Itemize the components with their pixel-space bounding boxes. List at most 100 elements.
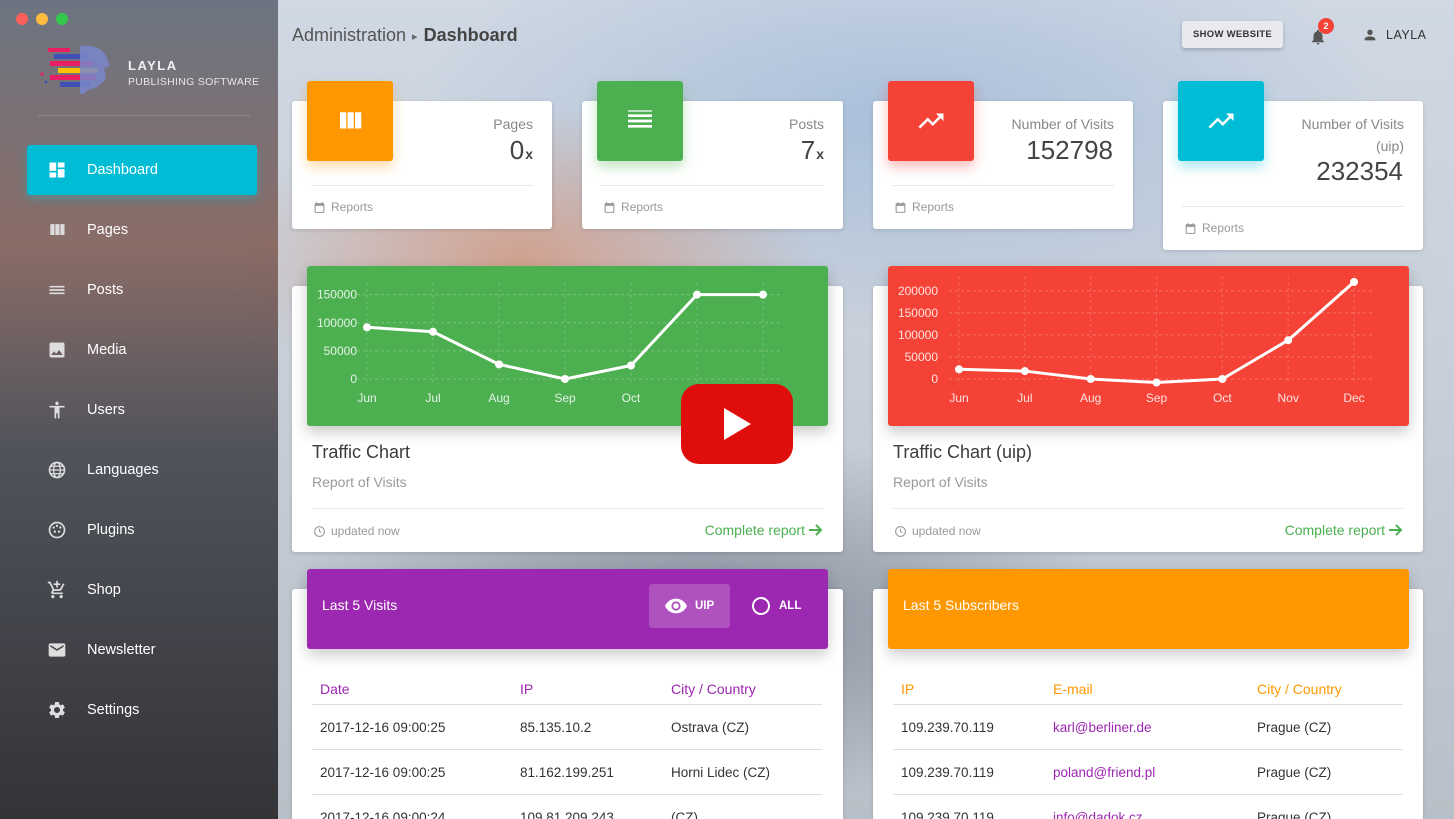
x-tick-label: Jun (949, 391, 968, 405)
user-menu[interactable]: LAYLA (1362, 27, 1427, 43)
column-header[interactable]: Date (312, 675, 512, 705)
data-point (693, 290, 701, 299)
table-row: 2017-12-16 09:00:24 109.81.209.243 (CZ) (312, 794, 822, 819)
minimize-window-button[interactable] (36, 13, 48, 25)
toggle-all-button[interactable]: ALL (735, 584, 817, 628)
table-title: Last 5 Visits (322, 597, 398, 613)
y-tick-label: 150000 (898, 306, 938, 320)
plug-icon (45, 518, 69, 542)
person-icon (45, 398, 69, 422)
chart-updated: updated now (894, 524, 981, 538)
sidebar-nav: Dashboard Pages Posts Media Users Langua… (27, 145, 257, 745)
cell-ip: 109.239.70.119 (893, 794, 1045, 819)
user-icon (1364, 29, 1376, 41)
sidebar-item-dashboard[interactable]: Dashboard (27, 145, 257, 195)
sidebar-item-label: Settings (87, 702, 140, 718)
stat-card-pages: Pages 0x Reports (292, 81, 552, 229)
breadcrumb-current: Dashboard (423, 25, 518, 45)
sidebar-item-label: Media (87, 342, 127, 358)
column-header[interactable]: City / Country (663, 675, 822, 705)
sidebar-item-settings[interactable]: Settings (27, 685, 257, 735)
x-tick-label: Jul (1017, 391, 1032, 405)
arrow-right-icon (1389, 524, 1403, 536)
email-link[interactable]: poland@friend.pl (1053, 765, 1155, 780)
toggle-uip-button[interactable]: UIP (649, 584, 731, 628)
x-tick-label: Aug (488, 391, 509, 405)
window-controls (16, 13, 68, 25)
sidebar-item-label: Plugins (87, 522, 135, 538)
stat-label: Number of Visits (uip) (1301, 116, 1404, 154)
complete-report-link[interactable]: Complete report (1285, 522, 1403, 538)
user-name: LAYLA (1386, 28, 1427, 42)
email-link[interactable]: info@dadok.cz (1053, 810, 1143, 819)
app-name: LAYLA (128, 58, 178, 73)
sidebar-item-label: Pages (87, 222, 129, 238)
column-header[interactable]: IP (893, 675, 1045, 705)
cart-icon (45, 578, 69, 602)
sidebar-item-shop[interactable]: Shop (27, 565, 257, 615)
logo-mark-icon (40, 45, 110, 94)
y-tick-label: 100000 (898, 328, 938, 342)
calendar-icon (895, 201, 906, 213)
cell-email: info@dadok.cz (1045, 794, 1249, 819)
chart-subtitle: Report of Visits (893, 474, 988, 490)
table-row: 109.239.70.119 info@dadok.cz Prague (CZ) (893, 794, 1403, 819)
column-header[interactable]: E-mail (1045, 675, 1249, 705)
sidebar-item-pages[interactable]: Pages (27, 205, 257, 255)
cell-city: (CZ) (663, 794, 822, 819)
sidebar-item-users[interactable]: Users (27, 385, 257, 435)
sidebar-item-plugins[interactable]: Plugins (27, 505, 257, 555)
image-icon (45, 338, 69, 362)
stat-card-posts: Posts 7x Reports (582, 81, 843, 229)
stat-value: 7x (800, 135, 824, 165)
sidebar-item-media[interactable]: Media (27, 325, 257, 375)
x-tick-label: Oct (1213, 391, 1232, 405)
cell-city: Ostrava (CZ) (663, 704, 822, 750)
column-header[interactable]: IP (512, 675, 663, 705)
x-tick-label: Dec (1343, 391, 1364, 405)
sidebar-item-posts[interactable]: Posts (27, 265, 257, 315)
arrow-right-icon (809, 524, 823, 536)
app-subtitle: PUBLISHING SOFTWARE (128, 76, 260, 88)
traffic-chart-uip: 0 50000 100000 150000 200000 Jun Jul Aug Sep Oct N… (888, 266, 1409, 426)
video-play-button[interactable] (681, 384, 793, 464)
email-link[interactable]: karl@berliner.de (1053, 720, 1152, 735)
chart-title: Traffic Chart (312, 442, 411, 462)
x-tick-label: Nov (1277, 391, 1298, 405)
mail-icon (45, 638, 69, 662)
sidebar-item-languages[interactable]: Languages (27, 445, 257, 495)
complete-report-link[interactable]: Complete report (705, 522, 823, 538)
sidebar-item-label: Dashboard (87, 162, 158, 178)
column-header[interactable]: City / Country (1249, 675, 1403, 705)
globe-icon (45, 458, 69, 482)
logo[interactable]: LAYLA PUBLISHING SOFTWARE (40, 42, 270, 98)
close-window-button[interactable] (16, 13, 28, 25)
last-subscribers-header: Last 5 Subscribers (888, 569, 1409, 649)
data-point (1284, 336, 1293, 345)
cell-date: 2017-12-16 09:00:25 (312, 749, 512, 795)
x-tick-label: Oct (622, 391, 641, 405)
clock-icon (895, 525, 906, 537)
calendar-icon (604, 201, 615, 213)
cell-ip: 109.81.209.243 (512, 794, 663, 819)
cell-date: 2017-12-16 09:00:24 (312, 794, 512, 819)
cell-ip: 81.162.199.251 (512, 749, 663, 795)
stat-footer: Reports (1184, 221, 1244, 235)
data-point (363, 323, 371, 332)
chart-title: Traffic Chart (uip) (893, 442, 1033, 462)
data-point (759, 290, 767, 299)
maximize-window-button[interactable] (56, 13, 68, 25)
clock-icon (314, 525, 325, 537)
show-website-button[interactable]: SHOW WEBSITE (1182, 21, 1283, 48)
traffic-chart-uip-card: 0 50000 100000 150000 200000 Jun Jul Aug Sep Oct N… (873, 266, 1423, 552)
sidebar-item-label: Shop (87, 582, 121, 598)
y-tick-label: 100000 (317, 316, 357, 330)
breadcrumb-root[interactable]: Administration (292, 25, 406, 45)
cell-city: Horni Lidec (CZ) (663, 749, 822, 795)
x-tick-label: Jul (425, 391, 440, 405)
sidebar-item-newsletter[interactable]: Newsletter (27, 625, 257, 675)
data-point (1020, 367, 1029, 376)
divider (1182, 206, 1404, 207)
y-tick-label: 50000 (324, 344, 358, 358)
y-tick-label: 0 (350, 372, 357, 386)
